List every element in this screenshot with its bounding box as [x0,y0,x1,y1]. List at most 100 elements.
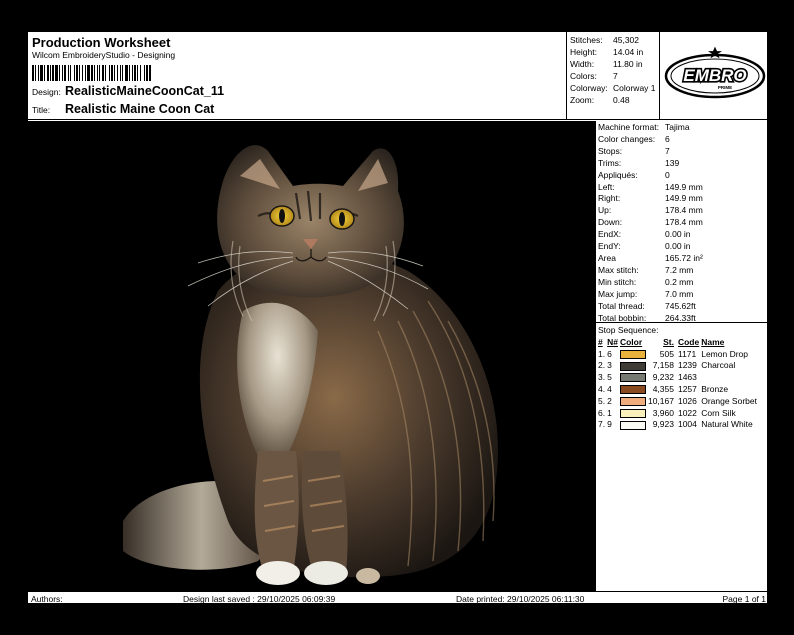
parameter-value: 0 [665,169,670,180]
design-parameters-panel: Machine format: Tajima Color changes: 6 Stop… [595,121,769,591]
col-stitches: St. [663,336,674,347]
stop-row: 4. 4 4,355 1257 Bronze [598,383,759,395]
parameter-label: EndY: [598,241,621,252]
thread-code: 1004 [677,419,697,430]
needle-number: 2 [607,395,612,406]
parameter-value: 149.9 mm [665,193,703,204]
needle-number: 4 [607,384,612,395]
parameter-row: Up: 178.4 mm [598,205,767,217]
parameter-label: Total thread: [598,300,645,311]
parameter-value: 745.62ft [665,300,696,311]
parameter-label: Trims: [598,157,622,168]
stop-row: 2. 3 7,158 1239 Charcoal [598,360,759,372]
thread-color-swatch [619,408,646,418]
title-field: Title: Realistic Maine Coon Cat [32,102,214,116]
design-preview [28,121,595,591]
summary-row: Height: 14.04 in [570,47,644,57]
summary-row: Width: 11.80 in [570,59,643,69]
parameter-row: Area 165.72 in² [598,253,767,265]
parameter-row: Color changes: 6 [598,134,767,146]
parameter-label: Right: [598,193,621,204]
stitch-count: 9,232 [652,372,674,383]
maine-coon-cat-illustration [123,145,498,585]
needle-number: 9 [607,419,612,430]
header-design-info: Production Worksheet Wilcom EmbroiderySt… [28,32,567,120]
parameter-row: Max jump: 7.0 mm [598,289,767,301]
parameter-label: Appliqués: [598,169,638,180]
parameter-value: 0.00 in [665,241,691,252]
summary-row: Colorway: Colorway 1 [570,83,656,93]
parameter-value: 178.4 mm [665,205,703,216]
page-number: Page 1 of 1 [722,594,766,604]
parameter-value: 165.72 in² [665,252,703,263]
parameter-label: Down: [598,217,623,228]
design-name: RealisticMaineCoonCat_11 [65,84,225,98]
parameter-row: EndX: 0.00 in [598,229,767,241]
production-worksheet: Production Worksheet Wilcom EmbroiderySt… [27,31,769,605]
parameter-value: 7 [665,145,670,156]
thread-code: 1171 [677,348,697,359]
worksheet-title: Production Worksheet [32,35,171,50]
parameter-row: Left: 149.9 mm [598,182,767,194]
color-swatch [619,360,648,372]
parameter-value: 7.0 mm [665,288,694,299]
thread-color-swatch [619,385,646,395]
stitch-count: 505 [659,348,674,359]
stitch-count: 3,960 [652,407,674,418]
parameter-label: Max stitch: [598,264,639,275]
thread-code: 1022 [677,407,697,418]
stop-sequence: Stop Sequence: # N# Color St. Code Name … [596,323,769,431]
col-code: Code [677,336,700,347]
stop-row: 3. 5 9,232 1463 [598,371,759,383]
thread-color-swatch [619,349,646,359]
parameter-row: Right: 149.9 mm [598,193,767,205]
stop-number: 5. [598,395,606,406]
parameter-value: 7.2 mm [665,264,694,275]
thread-name: Lemon Drop [701,348,748,359]
parameter-value: 139 [665,157,680,168]
worksheet-footer: Authors: Design last saved : 29/10/2025 … [28,591,769,605]
stop-number: 7. [598,419,606,430]
color-swatch [619,407,648,419]
color-swatch [619,419,648,431]
color-swatch [619,395,648,407]
authors-label: Authors: [31,594,63,604]
parameter-label: Color changes: [598,133,656,144]
col-color: Color [619,336,643,347]
parameter-label: Up: [598,205,612,216]
col-number: # [598,336,603,347]
stop-number: 6. [598,407,606,418]
parameter-row: Min stitch: 0.2 mm [598,277,767,289]
worksheet-header: Production Worksheet Wilcom EmbroiderySt… [28,32,769,120]
stop-sequence-header: # N# Color St. Code Name [598,336,759,348]
thread-code: 1463 [677,372,697,383]
stop-sequence-heading: Stop Sequence: [598,325,659,335]
stop-number: 2. [598,360,606,371]
thread-code: 1239 [677,360,697,371]
parameter-label: EndX: [598,229,622,240]
stop-row: 7. 9 9,923 1004 Natural White [598,419,759,431]
brand-logo: EMBRO EMBRO PRIME [661,32,769,120]
stop-number: 3. [598,372,606,383]
stop-row: 6. 1 3,960 1022 Corn Silk [598,407,759,419]
color-swatch [619,383,648,395]
design-field: Design: RealisticMaineCoonCat_11 [32,84,224,98]
thread-color-swatch [619,420,646,430]
date-printed: Date printed: 29/10/2025 06:11:30 [456,594,585,604]
parameter-row: Stops: 7 [598,146,767,158]
stop-row: 1. 6 505 1171 Lemon Drop [598,348,759,360]
needle-number: 1 [607,407,612,418]
color-swatch [619,371,648,383]
stitch-count: 10,167 [647,395,674,406]
thread-color-swatch [619,397,646,406]
design-label: Design: [32,87,61,97]
parameter-value: 178.4 mm [665,217,703,228]
thread-name: Orange Sorbet [701,395,757,406]
machine-parameters: Machine format: Tajima Color changes: 6 Stop… [596,121,769,323]
parameter-value: Tajima [665,122,690,132]
thread-name: Corn Silk [701,407,736,418]
parameter-label: Left: [598,181,615,192]
parameter-label: Max jump: [598,288,638,299]
parameter-label: Area [598,252,616,263]
thread-color-swatch [619,361,646,371]
